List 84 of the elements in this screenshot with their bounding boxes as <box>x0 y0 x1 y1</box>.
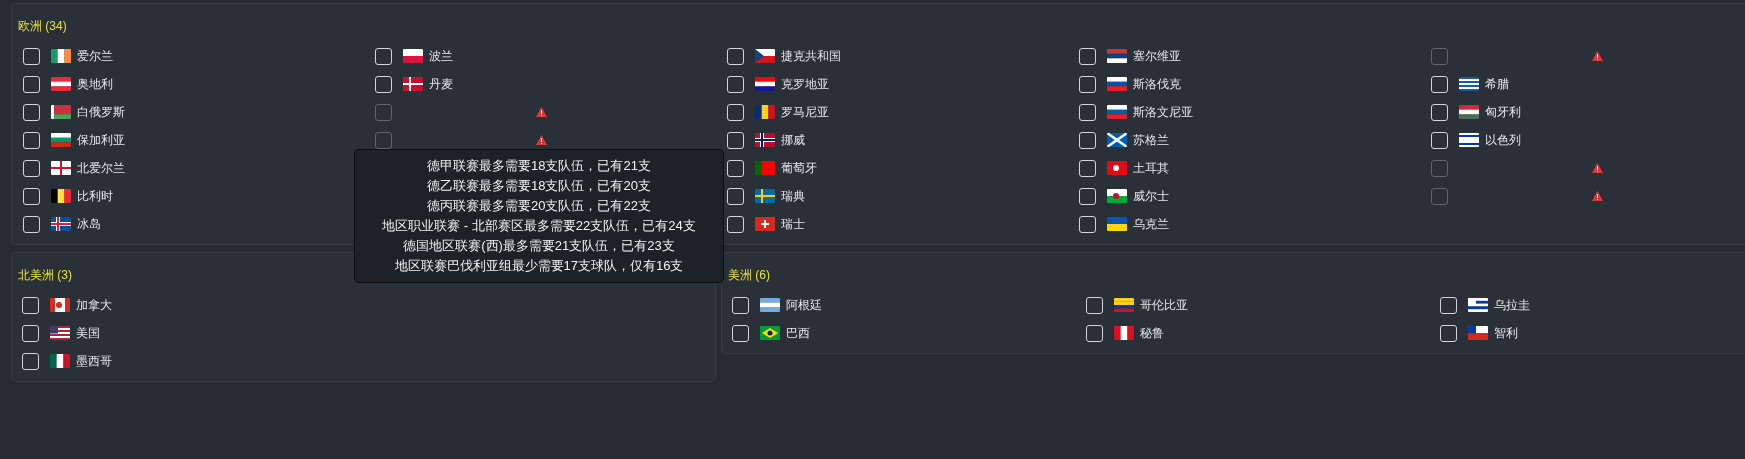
tooltip-line: 地区联赛巴伐利亚组最少需要17支球队，仅有16支 <box>394 257 684 275</box>
flag-icon <box>51 189 71 203</box>
section-title: 美洲 (6) <box>728 268 770 282</box>
country-label: 挪威 <box>781 132 805 149</box>
country-label: 白俄罗斯 <box>77 104 125 121</box>
warning-icon <box>1592 191 1603 201</box>
country-label: 哥伦比亚 <box>1140 297 1188 314</box>
flag-icon <box>51 77 71 91</box>
country-label: 爱尔兰 <box>77 48 113 65</box>
flag-icon <box>1107 133 1127 147</box>
warning-icon <box>1592 163 1603 173</box>
flag-icon <box>1459 77 1479 91</box>
country-label: 巴西 <box>786 325 810 342</box>
flag-icon <box>1107 161 1127 175</box>
section-title: 北美洲 (3) <box>18 268 72 282</box>
flag-icon <box>755 189 775 203</box>
country-label: 北爱尔兰 <box>77 160 125 177</box>
country-label: 冰岛 <box>77 216 101 233</box>
flag-icon <box>50 298 70 312</box>
flag-icon <box>755 217 775 231</box>
flag-icon <box>1459 133 1479 147</box>
country-label: 葡萄牙 <box>781 160 817 177</box>
flag-icon <box>51 133 71 147</box>
country-label: 斯洛文尼亚 <box>1133 104 1193 121</box>
country-label: 比利时 <box>77 188 113 205</box>
country-label: 瑞士 <box>781 216 805 233</box>
country-label: 加拿大 <box>76 297 112 314</box>
tooltip-line: 地区职业联赛 - 北部赛区最多需要22支队伍，已有24支 <box>382 217 696 235</box>
flag-icon <box>1107 49 1127 63</box>
country-label: 乌克兰 <box>1133 216 1169 233</box>
flag-icon <box>403 77 423 91</box>
flag-icon <box>755 49 775 63</box>
flag-icon <box>51 105 71 119</box>
country-label: 匈牙利 <box>1485 104 1521 121</box>
country-label: 瑞典 <box>781 188 805 205</box>
flag-icon <box>50 354 70 368</box>
flag-icon <box>51 49 71 63</box>
country-label: 美国 <box>76 325 100 342</box>
flag-icon <box>1459 105 1479 119</box>
country-label: 斯洛伐克 <box>1133 76 1181 93</box>
flag-icon <box>1107 217 1127 231</box>
flag-icon <box>1468 298 1488 312</box>
flag-icon <box>755 133 775 147</box>
flag-icon <box>1107 105 1127 119</box>
country-label: 保加利亚 <box>77 132 125 149</box>
country-label: 阿根廷 <box>786 297 822 314</box>
tooltip-line: 德乙联赛最多需要18支队伍，已有20支 <box>427 177 651 195</box>
country-label: 乌拉圭 <box>1494 297 1530 314</box>
flag-icon <box>1114 298 1134 312</box>
flag-icon <box>1107 77 1127 91</box>
country-label: 罗马尼亚 <box>781 104 829 121</box>
tooltip-line: 德丙联赛最多需要20支队伍，已有22支 <box>427 197 651 215</box>
country-label: 奥地利 <box>77 76 113 93</box>
country-label: 以色列 <box>1485 132 1521 149</box>
country-label: 土耳其 <box>1133 160 1169 177</box>
flag-icon <box>1114 326 1134 340</box>
warning-icon <box>536 135 547 145</box>
country-label: 墨西哥 <box>76 353 112 370</box>
flag-icon <box>1468 326 1488 340</box>
flag-icon <box>755 77 775 91</box>
country-label: 苏格兰 <box>1133 132 1169 149</box>
warning-icon <box>1592 51 1603 61</box>
tooltip-line: 德国地区联赛(西)最多需要21支队伍，已有23支 <box>403 237 675 255</box>
country-label: 智利 <box>1494 325 1518 342</box>
warning-icon <box>536 107 547 117</box>
country-label: 威尔士 <box>1133 188 1169 205</box>
flag-icon <box>760 298 780 312</box>
flag-icon <box>51 161 71 175</box>
country-label: 波兰 <box>429 48 453 65</box>
country-label: 克罗地亚 <box>781 76 829 93</box>
flag-icon <box>755 105 775 119</box>
flag-icon <box>51 217 71 231</box>
country-label: 丹麦 <box>429 76 453 93</box>
flag-icon <box>1107 189 1127 203</box>
country-label: 希腊 <box>1485 76 1509 93</box>
country-label: 塞尔维亚 <box>1133 48 1181 65</box>
tooltip-line: 德甲联赛最多需要18支队伍，已有21支 <box>427 157 651 175</box>
flag-icon <box>403 49 423 63</box>
flag-icon <box>760 326 780 340</box>
country-label: 秘鲁 <box>1140 325 1164 342</box>
flag-icon <box>50 326 70 340</box>
flag-icon <box>755 161 775 175</box>
country-label: 捷克共和国 <box>781 48 841 65</box>
section-title: 欧洲 (34) <box>18 19 67 33</box>
